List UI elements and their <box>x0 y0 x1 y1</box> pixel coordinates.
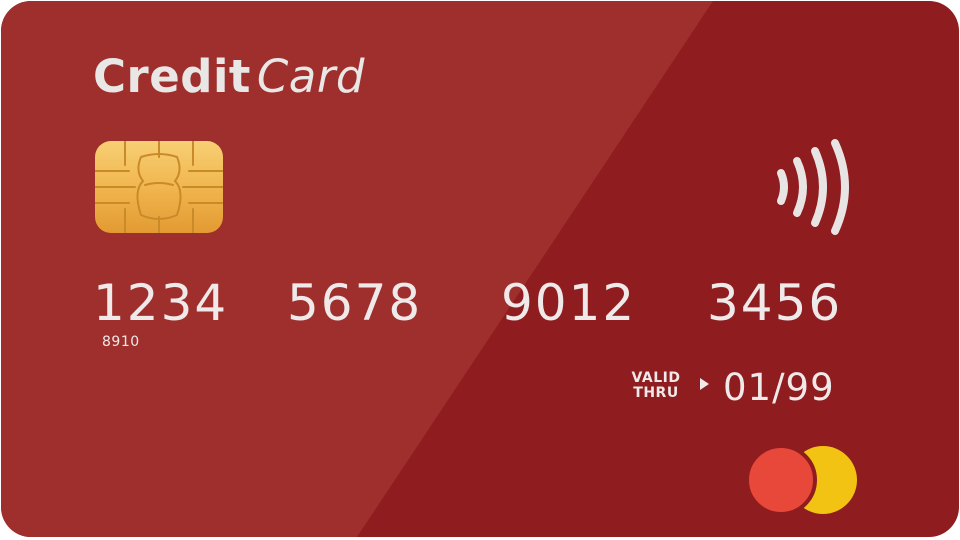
card-number-group-1: 1234 <box>93 274 229 332</box>
expiry-date: 01/99 <box>723 366 835 409</box>
card-title-bold: Credit <box>93 50 251 103</box>
card-number-group-3: 9012 <box>501 274 637 332</box>
valid-thru-label: VALID THRU <box>619 371 693 401</box>
card-number-group-2: 5678 <box>287 274 423 332</box>
mastercard-logo <box>745 444 857 516</box>
valid-thru-arrow-icon <box>700 378 709 390</box>
credit-card: Credit Card 1234 5678 9012 3456 8910 VAL… <box>1 1 959 537</box>
card-title-italic: Card <box>256 50 365 103</box>
emv-chip-icon <box>95 141 223 233</box>
card-small-number: 8910 <box>102 334 140 350</box>
valid-thru-line1: VALID <box>631 370 681 386</box>
card-title: Credit Card <box>93 45 365 107</box>
card-number-group-4: 3456 <box>707 274 843 332</box>
contactless-icon <box>777 139 849 235</box>
valid-thru-line2: THRU <box>633 385 679 401</box>
